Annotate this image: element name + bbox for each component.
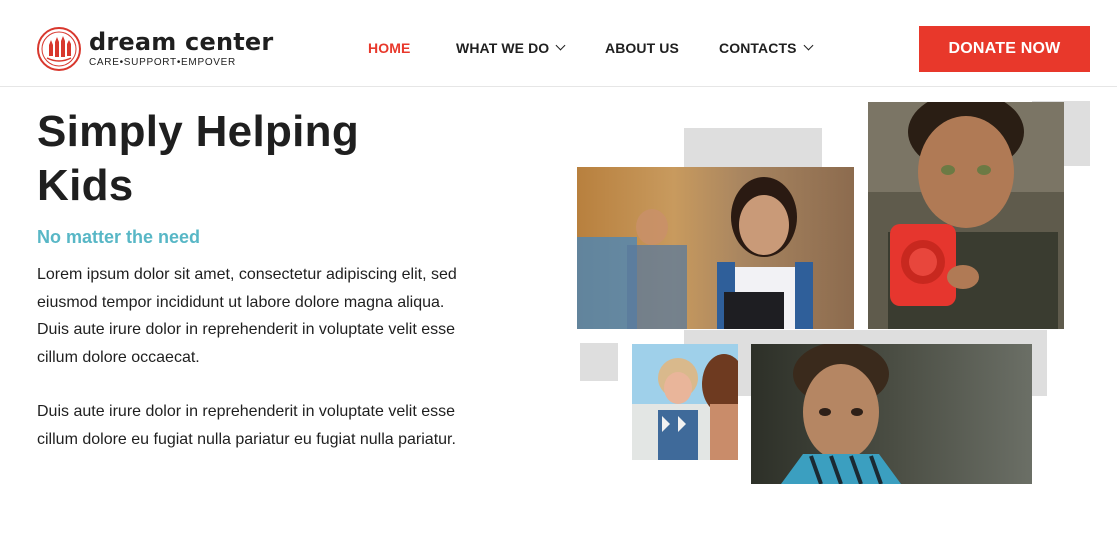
boy-with-red-radio-photo	[868, 102, 1064, 329]
chevron-down-icon	[803, 40, 813, 51]
hero-paragraph-2: Duis aute irure dolor in reprehenderit i…	[37, 403, 456, 448]
boy-portrait-photo	[751, 344, 1032, 484]
girl-at-beach-photo	[632, 344, 738, 460]
decor-block	[580, 343, 618, 381]
chevron-down-icon	[555, 40, 566, 51]
page-title: Simply Helping Kids	[37, 107, 360, 210]
hero-paragraph-1: Lorem ipsum dolor sit amet, consectetur …	[37, 266, 457, 366]
hero-subtitle: No matter the need	[37, 227, 201, 247]
decor-block	[684, 128, 822, 168]
nav-item-about-us[interactable]: ABOUT US	[605, 40, 679, 56]
nav-item-label: CONTACTS	[719, 40, 797, 56]
nav-item-label: HOME	[368, 40, 411, 56]
nav-item-contacts[interactable]: CONTACTS	[719, 40, 813, 56]
site-header: dream center CARE•SUPPORT•EMPOVER HOME W…	[0, 0, 1117, 87]
nav-item-label: ABOUT US	[605, 40, 679, 56]
donate-now-button[interactable]: DONATE NOW	[919, 26, 1090, 72]
nav-item-label: WHAT WE DO	[456, 40, 550, 56]
girl-with-backpack-photo	[577, 167, 854, 329]
nav-item-what-we-do[interactable]: WHAT WE DO	[456, 40, 566, 56]
nav-item-home[interactable]: HOME	[368, 40, 410, 56]
